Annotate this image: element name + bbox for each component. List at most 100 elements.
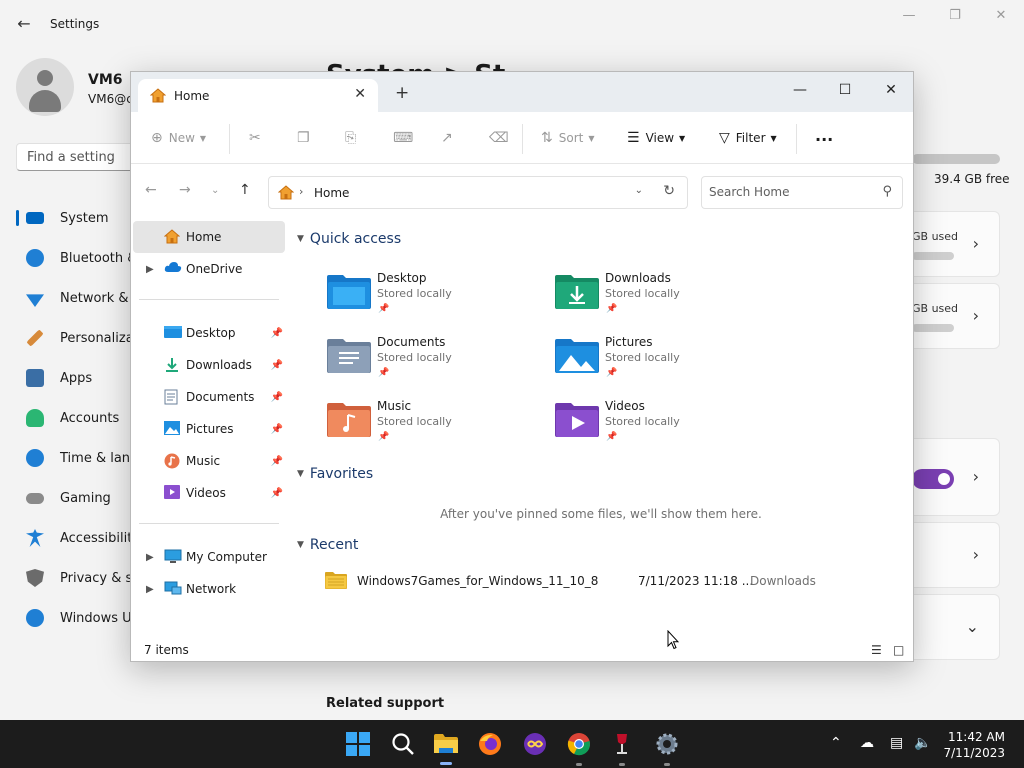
- storage-card-2[interactable]: GB used ›: [912, 283, 1000, 349]
- pin-icon: 📌: [606, 432, 618, 442]
- group-recent[interactable]: ▼ Recent: [297, 537, 358, 553]
- start-button-icon[interactable]: [345, 731, 371, 757]
- user-email: VM6@c: [88, 92, 133, 106]
- settings-card-5[interactable]: ⌄: [912, 594, 1000, 660]
- pin-icon: 📌: [378, 368, 390, 378]
- search-icon[interactable]: [390, 731, 416, 757]
- toggle-card[interactable]: ›: [912, 438, 1000, 516]
- search-input[interactable]: [709, 185, 869, 199]
- wine-app-icon[interactable]: [609, 731, 635, 766]
- forward-arrow-icon[interactable]: →: [179, 182, 191, 198]
- nav-music[interactable]: Music 📌: [133, 445, 285, 477]
- cut-button[interactable]: ✂: [249, 128, 267, 148]
- breadcrumb-chevron-icon[interactable]: ›: [299, 185, 303, 198]
- share-icon: ↗: [441, 130, 453, 146]
- cloud-offline-icon[interactable]: ☁: [860, 735, 874, 751]
- copy-button[interactable]: ❐: [297, 128, 316, 148]
- videos-folder-icon: [555, 401, 599, 437]
- nav-home[interactable]: Home: [133, 221, 285, 253]
- quick-access-downloads[interactable]: Downloads Stored locally 📌: [555, 271, 775, 325]
- expand-chevron-icon[interactable]: ▶: [146, 552, 154, 563]
- expand-chevron-icon[interactable]: ▶: [146, 584, 154, 595]
- show-hidden-icons-chevron-icon[interactable]: ⌃: [830, 735, 842, 751]
- storage-card-1[interactable]: GB used ›: [912, 211, 1000, 277]
- quick-access-music[interactable]: Music Stored locally 📌: [327, 399, 547, 453]
- sort-button[interactable]: ⇅ Sort ▼: [541, 128, 595, 148]
- refresh-icon[interactable]: ↻: [663, 183, 675, 199]
- desktop-folder-icon: [327, 273, 371, 309]
- copy-icon: ❐: [297, 130, 310, 146]
- recent-file-row[interactable]: Windows7Games_for_Windows_11_10_8 7/11/2…: [325, 571, 865, 591]
- recent-locations-chevron-icon[interactable]: ⌄: [211, 185, 219, 196]
- share-button[interactable]: ↗: [441, 128, 459, 148]
- nav-documents[interactable]: Documents 📌: [133, 381, 285, 413]
- pin-icon: 📌: [606, 368, 618, 378]
- nav-pictures[interactable]: Pictures 📌: [133, 413, 285, 445]
- plus-circle-icon: ⊕: [151, 130, 163, 146]
- storage-sense-toggle[interactable]: [912, 469, 954, 489]
- paste-button[interactable]: ⎘: [345, 128, 362, 148]
- pin-icon: 📌: [270, 359, 283, 371]
- back-arrow-icon[interactable]: ←: [145, 182, 157, 198]
- maximize-icon[interactable]: ☐: [830, 78, 860, 102]
- nav-network[interactable]: ▶ Network: [133, 573, 285, 605]
- pin-icon: 📌: [270, 455, 283, 467]
- rename-button[interactable]: ⌨: [393, 128, 419, 148]
- game-app-icon[interactable]: [522, 731, 548, 757]
- filter-button[interactable]: ▽ Filter ▼: [719, 128, 777, 148]
- volume-icon[interactable]: 🔈: [914, 735, 931, 751]
- pin-icon: 📌: [270, 327, 283, 339]
- delete-button[interactable]: ⌫: [489, 128, 515, 148]
- new-tab-icon[interactable]: +: [395, 83, 409, 103]
- documents-folder-icon: [164, 389, 182, 405]
- view-button[interactable]: ☰ View ▼: [627, 128, 685, 148]
- chrome-icon[interactable]: [566, 731, 592, 766]
- chevron-down-icon[interactable]: ⌄: [635, 185, 643, 196]
- nav-desktop[interactable]: Desktop 📌: [133, 317, 285, 349]
- close-icon[interactable]: ✕: [988, 8, 1014, 26]
- large-icons-view-icon[interactable]: □: [893, 643, 904, 657]
- address-bar[interactable]: › Home ⌄ ↻: [268, 176, 688, 209]
- mouse-cursor-icon: [667, 630, 679, 650]
- search-icon[interactable]: ⚲: [882, 184, 892, 199]
- chevron-down-icon: ▼: [679, 133, 686, 143]
- taskbar: ⌃ ☁ ▤ 🔈 11:42 AM 7/11/2023: [0, 720, 1024, 768]
- quick-access-pictures[interactable]: Pictures Stored locally 📌: [555, 335, 775, 389]
- minimize-icon[interactable]: —: [896, 8, 922, 26]
- chevron-down-icon: ▼: [199, 133, 207, 143]
- quick-access-documents[interactable]: Documents Stored locally 📌: [327, 335, 547, 389]
- close-icon[interactable]: ✕: [876, 78, 906, 102]
- nav-downloads[interactable]: Downloads 📌: [133, 349, 285, 381]
- settings-gear-icon[interactable]: [654, 731, 680, 766]
- chevron-right-icon: ›: [972, 545, 979, 564]
- nav-videos[interactable]: Videos 📌: [133, 477, 285, 509]
- tab-close-icon[interactable]: ✕: [354, 86, 366, 102]
- new-button[interactable]: ⊕ New ▼: [151, 128, 206, 148]
- minimize-icon[interactable]: —: [785, 78, 815, 102]
- nav-my-computer[interactable]: ▶ My Computer: [133, 541, 285, 573]
- search-box[interactable]: ⚲: [701, 176, 903, 209]
- expand-chevron-icon[interactable]: ▶: [146, 264, 154, 275]
- favorites-empty-message: After you've pinned some files, we'll sh…: [440, 507, 762, 521]
- back-arrow-icon[interactable]: ←: [14, 14, 34, 34]
- up-arrow-icon[interactable]: ↑: [239, 182, 251, 198]
- network-status-icon[interactable]: ▤: [890, 735, 903, 751]
- quick-access-desktop[interactable]: Desktop Stored locally 📌: [327, 271, 547, 325]
- tab-home[interactable]: Home ✕: [138, 79, 378, 112]
- quick-access-videos[interactable]: Videos Stored locally 📌: [555, 399, 775, 453]
- restore-icon[interactable]: ❐: [942, 8, 968, 26]
- settings-card-4[interactable]: ›: [912, 522, 1000, 588]
- details-view-icon[interactable]: ☰: [871, 643, 882, 657]
- breadcrumb-home[interactable]: Home: [314, 186, 349, 200]
- collapse-chevron-icon: ▼: [297, 234, 304, 244]
- firefox-icon[interactable]: [477, 731, 503, 757]
- file-explorer-icon[interactable]: [433, 731, 459, 765]
- nav-onedrive[interactable]: ▶ OneDrive: [133, 253, 285, 285]
- group-favorites[interactable]: ▼ Favorites: [297, 466, 373, 482]
- pictures-folder-icon: [555, 337, 599, 373]
- group-quick-access[interactable]: ▼ Quick access: [297, 231, 401, 247]
- clock[interactable]: 11:42 AM 7/11/2023: [943, 729, 1005, 761]
- more-options-button[interactable]: ...: [815, 125, 833, 145]
- sort-icon: ⇅: [541, 130, 553, 146]
- avatar[interactable]: [16, 58, 74, 116]
